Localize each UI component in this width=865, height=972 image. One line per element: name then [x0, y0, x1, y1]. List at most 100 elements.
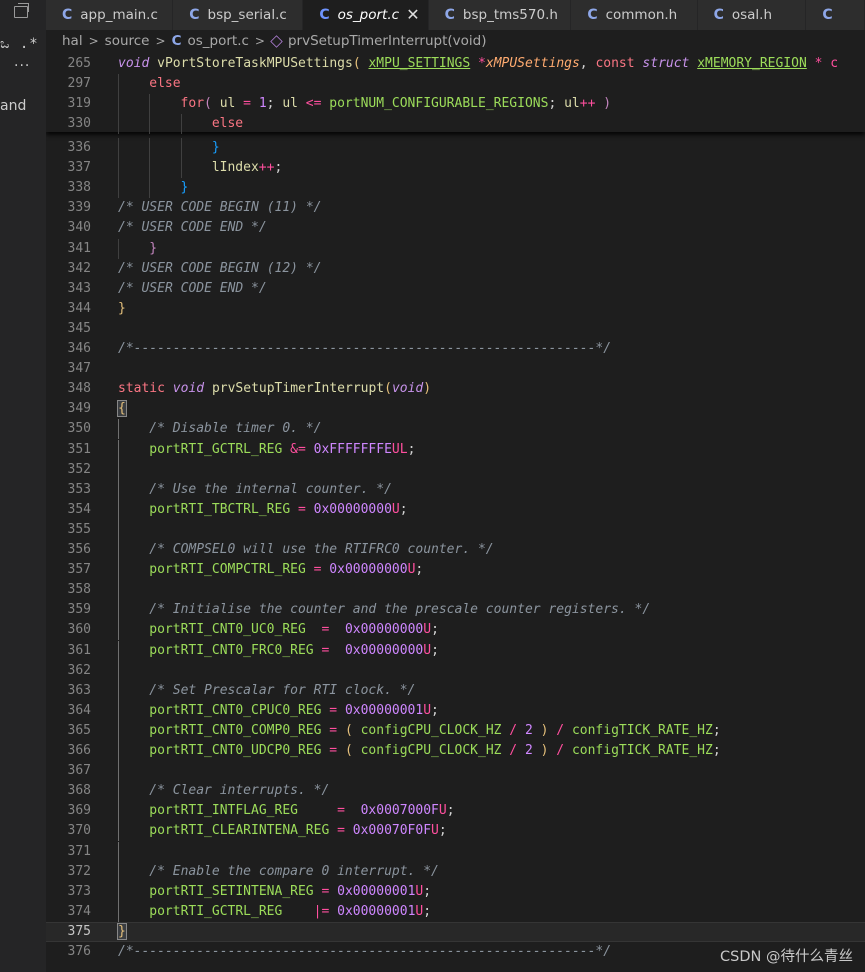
token-macro: configTICK_RATE_HZ: [571, 722, 713, 738]
code-line[interactable]: 362: [46, 660, 865, 681]
tab-bsp-tms570-h[interactable]: Cbsp_tms570.h: [428, 0, 572, 30]
token-macro: portRTI_GCTRL_REG: [149, 903, 283, 919]
tab-bsp-serial-c[interactable]: Cbsp_serial.c: [173, 0, 304, 30]
token-comment: /* Use the internal counter. */: [149, 481, 392, 497]
code-line[interactable]: 374 portRTI_GCTRL_REG |= 0x00000001U;: [46, 901, 865, 922]
code-line[interactable]: 371: [46, 841, 865, 862]
code-line[interactable]: 360 portRTI_CNT0_UC0_REG = 0x00000000U;: [46, 620, 865, 641]
code-line[interactable]: 358: [46, 580, 865, 601]
breadcrumb-item-hal[interactable]: hal: [62, 33, 83, 49]
code-line[interactable]: 336}: [46, 138, 865, 158]
code-line[interactable]: 351 portRTI_GCTRL_REG &= 0xFFFFFFFEUL;: [46, 439, 865, 460]
search-regex-icon[interactable]: ಒ .*: [0, 36, 39, 52]
token-type: struct: [642, 56, 698, 71]
code-text: }: [117, 922, 127, 941]
code-line[interactable]: 359 /* Initialise the counter and the pre…: [46, 600, 865, 621]
more-actions-icon[interactable]: ···: [14, 58, 30, 74]
code-line[interactable]: 373 portRTI_SETINTENA_REG = 0x00000001U;: [46, 881, 865, 902]
token-brace: ): [423, 381, 432, 397]
code-line[interactable]: 341}: [46, 238, 865, 259]
line-number: 348: [67, 381, 91, 397]
token-macro: portRTI_SETINTENA_REG: [149, 883, 314, 899]
line-number: 338: [67, 180, 91, 196]
code-line[interactable]: 369 portRTI_INTFLAG_REG = 0x0007000FU;: [46, 801, 865, 822]
code-line[interactable]: 349 {: [46, 399, 865, 419]
token-punct: ;: [431, 642, 439, 658]
token-brace3: }: [211, 140, 220, 155]
token-param: xMPUSettings: [485, 56, 580, 71]
code-line[interactable]: 353 /* Use the internal counter. */: [46, 479, 865, 500]
sticky-scroll-header[interactable]: 265 void vPortStoreTaskMPUSettings( xMPU_…: [46, 52, 865, 134]
token-keyword: else: [211, 116, 244, 131]
code-line[interactable]: 355: [46, 519, 865, 540]
code-line[interactable]: 364 portRTI_CNT0_CPUC0_REG = 0x00000001U;: [46, 700, 865, 721]
code-line[interactable]: 368 /* Clear interrupts. */: [46, 781, 865, 802]
code-line[interactable]: 265 void vPortStoreTaskMPUSettings( xMPU_…: [46, 54, 865, 74]
token-number: 0x00000001: [337, 903, 416, 919]
code-line[interactable]: 370 portRTI_CLEARINTENA_REG = 0x00070F0FU…: [46, 821, 865, 842]
indent-guide: [118, 861, 119, 882]
code-text: portRTI_CNT0_CPUC0_REG = 0x00000001U;: [149, 701, 439, 721]
tab-common-h[interactable]: Ccommon.h: [571, 0, 698, 30]
code-text: }: [149, 239, 157, 259]
code-line[interactable]: 345: [46, 319, 865, 339]
breadcrumb-item-source[interactable]: source: [105, 33, 150, 49]
line-number: 359: [67, 602, 91, 618]
indent-guide: [118, 600, 119, 621]
code-line[interactable]: 342 /* USER CODE BEGIN (12) */: [46, 259, 865, 279]
code-line[interactable]: 346 /*-----------------------------------…: [46, 339, 865, 359]
code-editor[interactable]: 336} 337 lIndex++; 338} 339/* USER CODE BEGI…: [46, 0, 865, 972]
code-line[interactable]: 337 lIndex++;: [46, 158, 865, 179]
line-number: 347: [67, 361, 91, 377]
code-line[interactable]: 338}: [46, 178, 865, 199]
token-punct: ;: [266, 96, 283, 111]
code-line[interactable]: 361 portRTI_CNT0_FRC0_REG = 0x00000000U;: [46, 640, 865, 661]
code-line[interactable]: 347: [46, 359, 865, 379]
indent-guide: [118, 499, 119, 520]
code-line[interactable]: 354 portRTI_TBCTRL_REG = 0x00000000U;: [46, 499, 865, 520]
token-operator: =: [297, 803, 361, 819]
code-line[interactable]: 343 /* USER CODE END */: [46, 279, 865, 299]
code-line[interactable]: 366 portRTI_CNT0_UDCP0_REG = ( configCPU_…: [46, 741, 865, 761]
line-number: 360: [67, 622, 91, 638]
code-line[interactable]: 375}: [46, 921, 865, 942]
code-line[interactable]: 372 /* Enable the compare 0 interrupt. */: [46, 861, 865, 882]
token-number: FFFFFFFE: [329, 441, 392, 457]
indent-guide: [118, 680, 119, 701]
token-macro: portRTI_CNT0_CPUC0_REG: [149, 702, 322, 718]
token-number: 0x00000000: [329, 562, 408, 578]
indent-guide: [118, 700, 119, 721]
code-line[interactable]: 339 /* USER CODE BEGIN (11) */: [46, 198, 865, 218]
line-number: 354: [67, 501, 91, 517]
code-line[interactable]: 348 static void prvSetupTimerInterrupt(vo…: [46, 379, 865, 399]
tab-app-main-c[interactable]: Capp_main.c: [46, 0, 174, 30]
code-line[interactable]: 367: [46, 761, 865, 782]
code-line[interactable]: 352: [46, 459, 865, 480]
code-line[interactable]: 357 portRTI_COMPCTRL_REG = 0x00000000U;: [46, 560, 865, 581]
tab-osal-h[interactable]: Cosal.h: [697, 0, 807, 30]
tab-os-port-c[interactable]: Cos_port.c ✕: [303, 0, 429, 30]
token-comment: /* Initialise the counter and the presca…: [149, 602, 651, 618]
code-line[interactable]: 350 /* Disable timer 0. */: [46, 419, 865, 440]
token-operator: U: [423, 642, 432, 658]
token-number: 0x: [313, 441, 330, 457]
restore-window-icon[interactable]: [14, 3, 29, 18]
breadcrumb-item-file[interactable]: os_port.c: [187, 33, 248, 49]
token-number: 1: [258, 96, 267, 111]
code-line[interactable]: 319 for( ul = 1; ul <= portNUM_CONFIGURAB…: [46, 94, 865, 114]
code-line[interactable]: 297 else: [46, 74, 865, 94]
code-line[interactable]: 356 /* COMPSEL0 will use the RTIFRC0 coun…: [46, 540, 865, 560]
code-line[interactable]: 330 else: [46, 114, 865, 134]
tab-overflow[interactable]: C: [806, 0, 865, 30]
code-line[interactable]: 340 /* USER CODE END */: [46, 218, 865, 238]
token-operator: <=: [297, 96, 330, 111]
token-comment: /* Disable timer 0. */: [149, 421, 322, 437]
code-line[interactable]: 363 /* Set Prescalar for RTI clock. */: [46, 680, 865, 701]
chevron-right-icon: >: [155, 34, 166, 48]
code-text: }: [181, 178, 189, 198]
code-line[interactable]: 365 portRTI_CNT0_COMP0_REG = ( configCPU_…: [46, 720, 865, 741]
code-line[interactable]: 344}: [46, 299, 865, 319]
close-tab-icon[interactable]: ✕: [406, 5, 419, 24]
breadcrumb-item-function[interactable]: prvSetupTimerInterrupt(void): [288, 33, 487, 49]
tab-label: bsp_serial.c: [207, 7, 287, 23]
